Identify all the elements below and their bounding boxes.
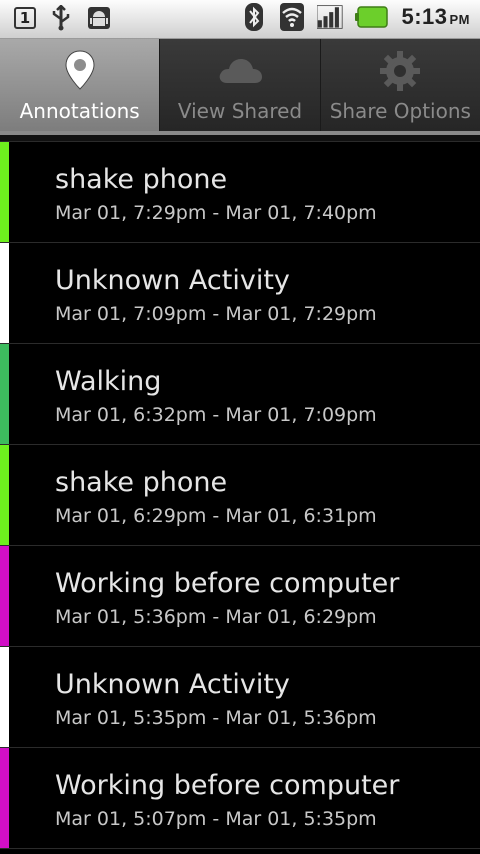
annotation-time: Mar 01, 6:32pm - Mar 01, 7:09pm <box>55 404 377 426</box>
android-debug-icon <box>86 5 112 31</box>
tab-share-options[interactable]: Share Options <box>320 39 480 131</box>
tab-view-shared-label: View Shared <box>177 99 303 123</box>
activity-color-bar <box>0 647 9 747</box>
signal-strength-icon <box>317 4 344 30</box>
annotation-list: shake phone Mar 01, 7:29pm - Mar 01, 7:4… <box>0 142 480 849</box>
annotation-row[interactable]: Unknown Activity Mar 01, 5:35pm - Mar 01… <box>0 647 480 748</box>
annotation-time: Mar 01, 5:35pm - Mar 01, 5:36pm <box>55 707 377 729</box>
annotation-title: Working before computer <box>55 770 400 801</box>
annotation-time: Mar 01, 5:07pm - Mar 01, 5:35pm <box>55 808 377 830</box>
activity-color-bar <box>0 748 9 848</box>
activity-color-bar <box>0 142 9 242</box>
wifi-icon <box>279 3 305 31</box>
annotation-row[interactable]: Walking Mar 01, 6:32pm - Mar 01, 7:09pm <box>0 344 480 445</box>
annotation-row[interactable]: Working before computer Mar 01, 5:07pm -… <box>0 748 480 849</box>
tab-share-options-label: Share Options <box>329 99 471 123</box>
annotation-title: shake phone <box>55 467 228 498</box>
gear-icon <box>378 49 422 97</box>
annotation-title: Walking <box>55 366 162 397</box>
bluetooth-icon <box>241 3 267 31</box>
status-bar: 1 5:13 PM <box>0 0 480 39</box>
tab-view-shared[interactable]: View Shared <box>160 39 321 131</box>
annotation-time: Mar 01, 7:09pm - Mar 01, 7:29pm <box>55 303 377 325</box>
usb-icon <box>48 5 74 31</box>
tab-bar: Annotations View Shared Share Options <box>0 39 480 131</box>
tab-annotations[interactable]: Annotations <box>0 39 161 131</box>
annotation-row[interactable]: Working before computer Mar 01, 5:36pm -… <box>0 546 480 647</box>
annotation-title: Unknown Activity <box>55 265 290 296</box>
annotation-time: Mar 01, 7:29pm - Mar 01, 7:40pm <box>55 202 377 224</box>
annotation-row[interactable]: shake phone Mar 01, 6:29pm - Mar 01, 6:3… <box>0 445 480 546</box>
annotation-title: Unknown Activity <box>55 669 290 700</box>
annotation-title: Working before computer <box>55 568 400 599</box>
cloud-icon <box>217 57 263 89</box>
activity-color-bar <box>0 243 9 343</box>
activity-color-bar <box>0 546 9 646</box>
clock-time: 5:13 <box>401 4 448 29</box>
activity-color-bar <box>0 344 9 444</box>
annotation-row[interactable]: Unknown Activity Mar 01, 7:09pm - Mar 01… <box>0 243 480 344</box>
tab-annotations-label: Annotations <box>19 99 140 123</box>
location-pin-icon <box>64 49 96 95</box>
activity-color-bar <box>0 445 9 545</box>
annotation-title: shake phone <box>55 164 228 195</box>
list-top-divider <box>0 135 480 142</box>
clock-ampm: PM <box>449 12 470 27</box>
annotation-row[interactable]: shake phone Mar 01, 7:29pm - Mar 01, 7:4… <box>0 142 480 243</box>
battery-icon <box>355 4 389 30</box>
notification-count-icon: 1 <box>14 7 36 29</box>
annotation-time: Mar 01, 6:29pm - Mar 01, 6:31pm <box>55 505 377 527</box>
status-clock: 5:13 PM <box>401 4 470 30</box>
annotation-time: Mar 01, 5:36pm - Mar 01, 6:29pm <box>55 606 377 628</box>
